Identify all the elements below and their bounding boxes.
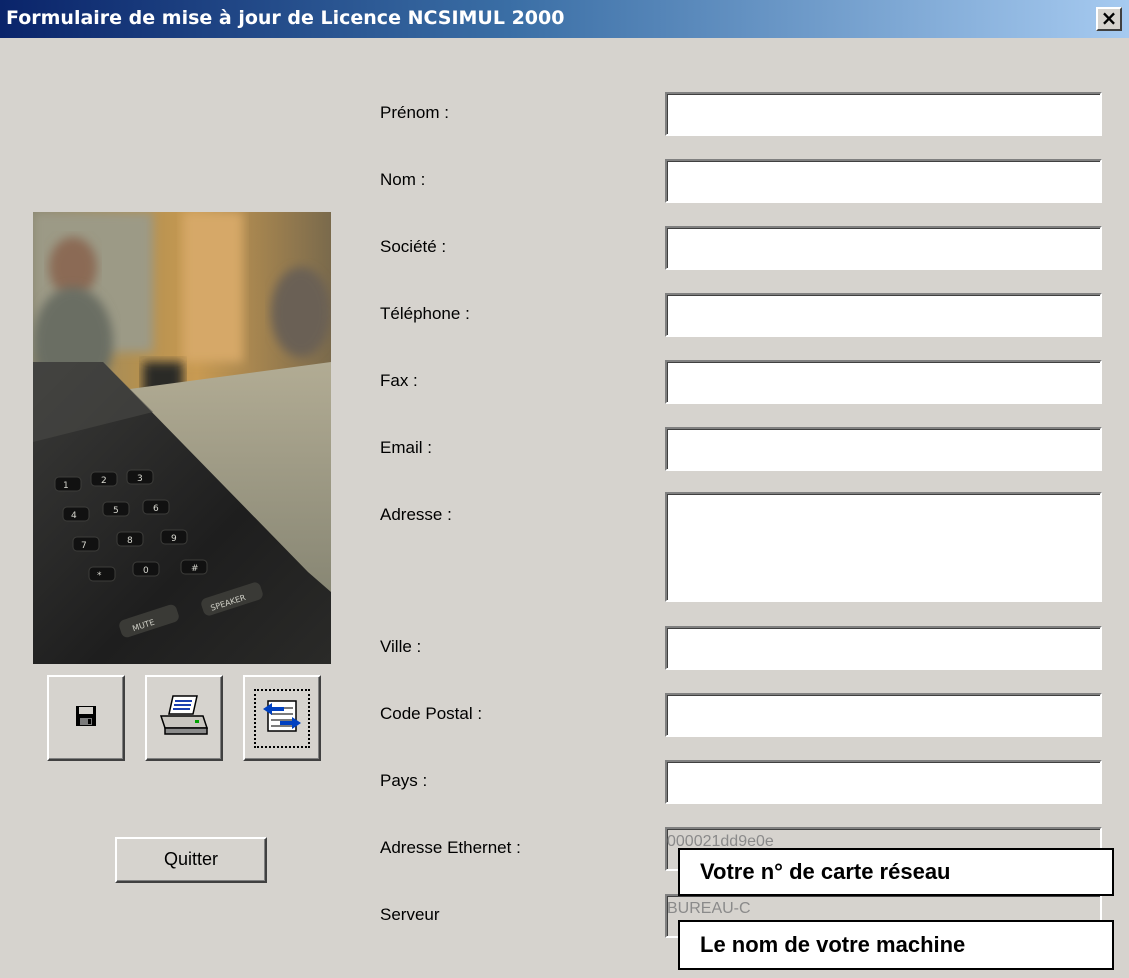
svg-text:6: 6 <box>153 504 159 514</box>
close-button[interactable]: × <box>1096 7 1122 31</box>
label-societe: Société : <box>380 237 447 256</box>
transfer-button[interactable] <box>243 675 321 761</box>
label-ville: Ville : <box>380 637 422 656</box>
label-code-postal: Code Postal : <box>380 704 483 723</box>
ville-field[interactable] <box>665 626 1102 670</box>
svg-text:5: 5 <box>113 506 119 516</box>
window-title: Formulaire de mise à jour de Licence NCS… <box>6 7 565 29</box>
svg-text:9: 9 <box>171 534 177 544</box>
label-pays: Pays : <box>380 771 428 790</box>
title-bar: Formulaire de mise à jour de Licence NCS… <box>0 0 1129 38</box>
callout-ethernet: Votre n° de carte réseau <box>678 848 1114 896</box>
svg-text:2: 2 <box>101 476 107 486</box>
fax-field[interactable] <box>665 360 1102 404</box>
telephone-photo: 123 456 789 * 0 # MUTE SPEAKER <box>33 212 331 664</box>
label-fax: Fax : <box>380 371 418 390</box>
svg-text:1: 1 <box>63 481 69 491</box>
callout-server: Le nom de votre machine <box>678 920 1114 970</box>
label-email: Email : <box>380 438 432 457</box>
adresse-textarea[interactable] <box>665 492 1102 602</box>
svg-text:3: 3 <box>137 474 143 484</box>
svg-text:0: 0 <box>143 566 149 576</box>
societe-field[interactable] <box>665 226 1102 270</box>
email-field[interactable] <box>665 427 1102 471</box>
label-serveur: Serveur <box>380 905 440 924</box>
transfer-icon <box>254 688 310 748</box>
label-prenom: Prénom : <box>380 103 449 122</box>
code-postal-field[interactable] <box>665 693 1102 737</box>
quit-button[interactable]: Quitter <box>115 837 267 883</box>
svg-text:4: 4 <box>71 511 77 521</box>
label-telephone: Téléphone : <box>380 304 470 323</box>
prenom-field[interactable] <box>665 92 1102 136</box>
nom-field[interactable] <box>665 159 1102 203</box>
print-button[interactable] <box>145 675 223 761</box>
save-button[interactable] <box>47 675 125 761</box>
svg-text:*: * <box>97 571 102 581</box>
label-adresse: Adresse : <box>380 505 452 524</box>
label-adresse-ethernet: Adresse Ethernet : <box>380 838 521 857</box>
svg-text:#: # <box>191 564 199 574</box>
pays-field[interactable] <box>665 760 1102 804</box>
svg-text:7: 7 <box>81 541 87 551</box>
floppy-disk-icon <box>75 705 97 732</box>
printer-icon <box>159 694 209 743</box>
label-nom: Nom : <box>380 170 426 189</box>
svg-text:8: 8 <box>127 536 133 546</box>
telephone-field[interactable] <box>665 293 1102 337</box>
